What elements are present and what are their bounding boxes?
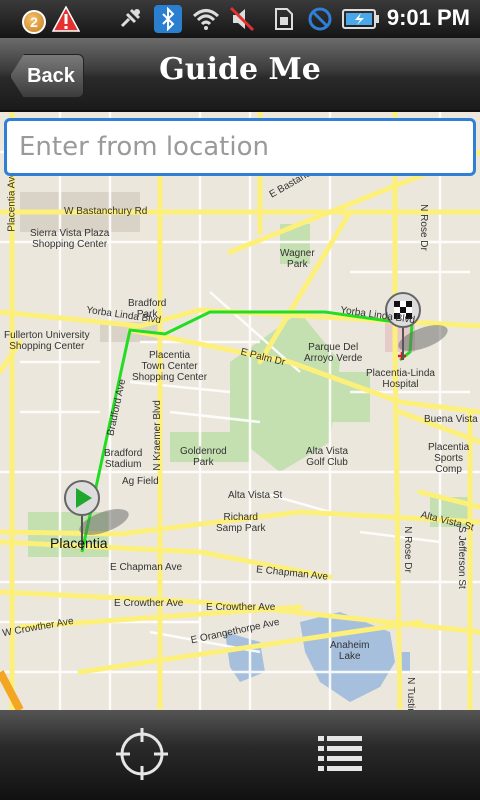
map-label: Placentia Town Center Shopping Center <box>132 350 208 383</box>
from-location-field[interactable] <box>4 118 476 176</box>
status-time: 9:01 PM <box>386 5 470 30</box>
map-view[interactable]: W Bastanchury Rd Sierra Vista Plaza Shopp… <box>0 112 480 710</box>
map-label: Anaheim Lake <box>330 640 370 662</box>
mute-icon <box>228 5 256 33</box>
map-label: Placentia Ave <box>6 171 18 232</box>
map-label: Fullerton University Shopping Center <box>4 330 90 352</box>
map-label: E Crowther Ave <box>114 598 184 609</box>
map-label: Sierra Vista Plaza Shopping Center <box>30 228 110 250</box>
map-label: N Rose Dr <box>417 204 429 251</box>
map-label: Parque Del Arroyo Verde <box>304 342 363 364</box>
map-label: Placentia <box>50 535 108 551</box>
map-label: N Tustin <box>404 677 416 710</box>
crosshair-icon <box>116 728 168 780</box>
from-location-input[interactable] <box>7 121 473 173</box>
battery-charging-icon <box>342 5 380 33</box>
map-label: Bradford Stadium <box>104 448 143 470</box>
wifi-icon <box>192 5 220 33</box>
map-label: Alta Vista Golf Club <box>306 446 349 468</box>
notification-count-icon[interactable]: 2 <box>22 10 46 34</box>
map-label: N Rose Dr <box>401 526 413 573</box>
status-bar: 2 9:01 PM <box>0 0 480 38</box>
map-label: Richard Samp Park <box>216 512 266 534</box>
list-icon <box>318 736 362 771</box>
sim-card-icon <box>270 5 298 33</box>
map-label: E Crowther Ave <box>206 602 276 613</box>
locate-button[interactable] <box>112 724 172 784</box>
map-label: Placentia Sports Comp <box>428 442 470 475</box>
map-label: Goldenrod Park <box>180 446 227 468</box>
map-label: N Kraemer Blvd <box>151 400 163 471</box>
map-label: Buena Vista <box>424 414 478 425</box>
map-label: Wagner Park <box>280 248 315 270</box>
usb-debug-icon <box>116 5 144 33</box>
bottom-toolbar <box>0 710 480 800</box>
map-label: W Bastanchury Rd <box>64 206 148 217</box>
map-label: Ag Field <box>122 476 159 487</box>
title-bar: Back Guide Me <box>0 38 480 112</box>
directions-list-button[interactable] <box>310 724 370 784</box>
map-label: S Jefferson St <box>455 526 467 589</box>
map-label: E Chapman Ave <box>110 562 183 573</box>
warning-icon[interactable] <box>52 5 80 33</box>
page-title: Guide Me <box>159 52 321 87</box>
bluetooth-icon <box>154 5 182 33</box>
no-signal-icon <box>306 5 334 33</box>
map-label: Alta Vista St <box>228 490 283 501</box>
map-label: Placentia-Linda Hospital <box>366 368 435 390</box>
